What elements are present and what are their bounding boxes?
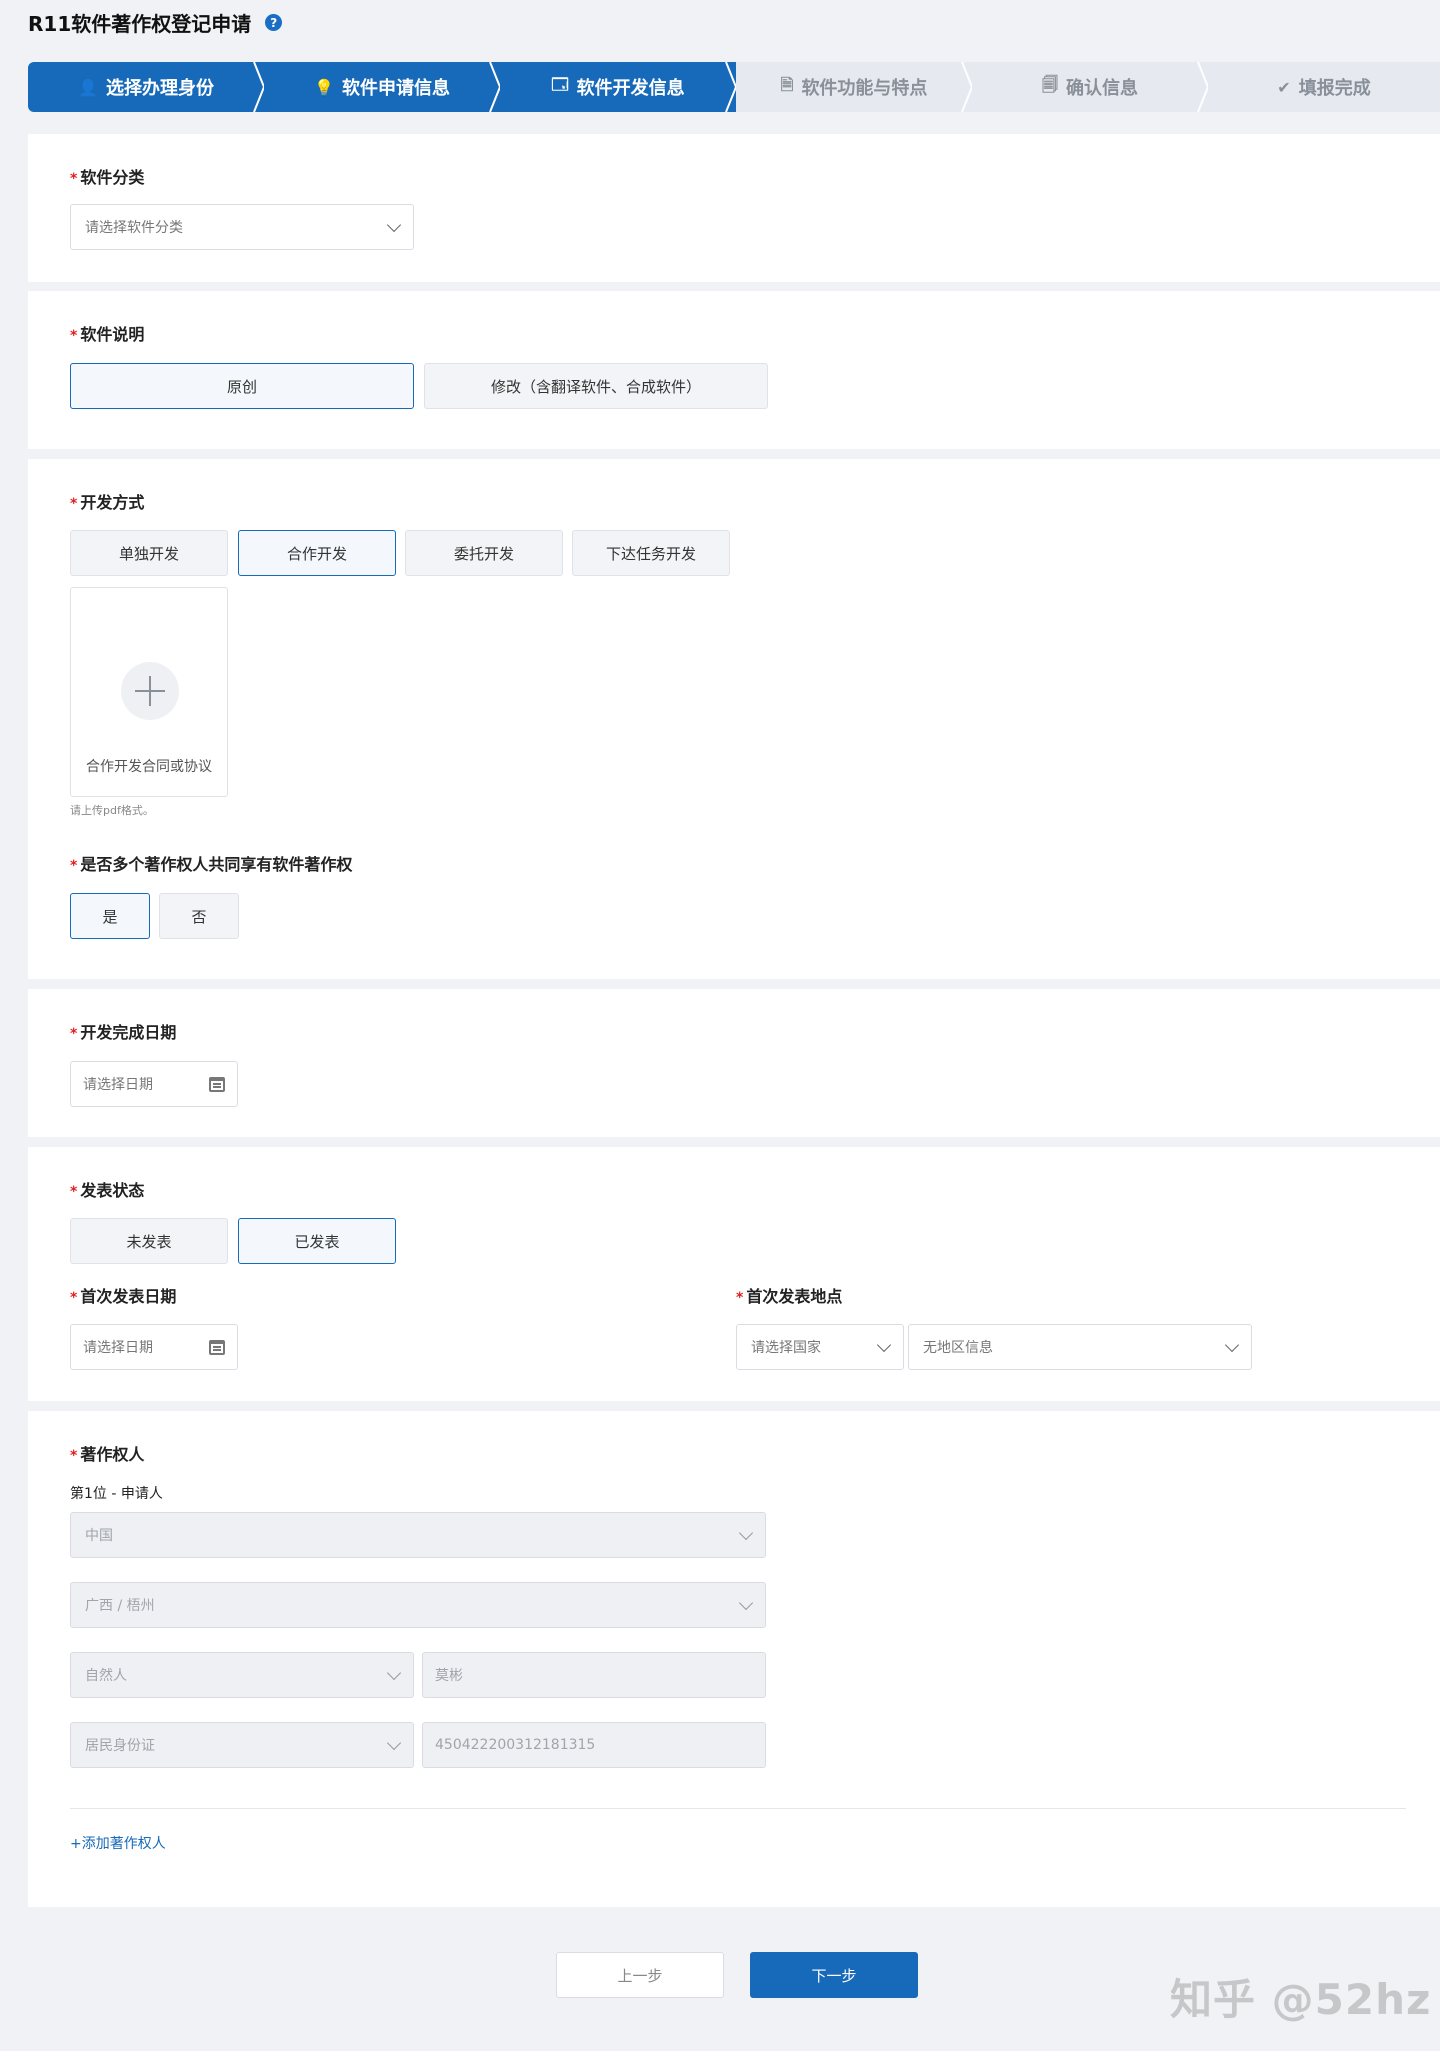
country-select[interactable]: 请选择国家 — [736, 1324, 904, 1370]
owner-country-select[interactable]: 中国 — [70, 1512, 766, 1558]
chevron-down-icon — [386, 1735, 402, 1751]
upload-label: 合作开发合同或协议 — [86, 759, 212, 775]
step-complete[interactable]: ✔ 填报完成 — [1208, 62, 1440, 112]
publish-option-published[interactable]: 已发表 — [238, 1218, 396, 1264]
owner-region-select[interactable]: 广西 / 梧州 — [70, 1582, 766, 1628]
dev-method-option-cooperative[interactable]: 合作开发 — [238, 530, 396, 576]
dev-method-option-assigned[interactable]: 下达任务开发 — [572, 530, 730, 576]
next-step-button[interactable]: 下一步 — [750, 1952, 918, 1998]
help-icon[interactable]: ? — [265, 14, 283, 31]
owner-type-select[interactable]: 自然人 — [70, 1652, 414, 1698]
calendar-icon — [209, 1077, 225, 1092]
dev-method-option-commissioned[interactable]: 委托开发 — [405, 530, 563, 576]
lightbulb-icon: 💡 — [314, 77, 334, 97]
chevron-down-icon — [1224, 1337, 1240, 1353]
owner-name-input[interactable]: 莫彬 — [422, 1652, 766, 1698]
description-label: * 软件说明 — [70, 325, 145, 344]
description-option-original[interactable]: 原创 — [70, 363, 414, 409]
contract-upload[interactable]: 合作开发合同或协议 — [70, 587, 228, 797]
chevron-down-icon — [738, 1595, 754, 1611]
description-section: * 软件说明 原创 修改（含翻译软件、合成软件） — [28, 291, 1440, 449]
step-progress-bar: 👤 选择办理身份 💡 软件申请信息 🗔 软件开发信息 🗎 软件功能与特点 🗐 确… — [28, 62, 1440, 112]
step-label: 软件开发信息 — [576, 78, 685, 99]
first-publish-date-label: * 首次发表日期 — [70, 1287, 177, 1306]
step-label: 填报完成 — [1298, 78, 1371, 99]
completion-date-section: * 开发完成日期 请选择日期 — [28, 989, 1440, 1137]
completion-date-picker[interactable]: 请选择日期 — [70, 1061, 238, 1107]
step-select-identity[interactable]: 👤 选择办理身份 — [28, 62, 266, 112]
check-circle-icon: ✔ — [1277, 77, 1291, 97]
document-icon: 🗎 — [780, 74, 794, 94]
first-publish-place-label: * 首次发表地点 — [736, 1287, 843, 1306]
shared-option-yes[interactable]: 是 — [70, 893, 150, 939]
plus-icon — [121, 662, 179, 720]
owners-label: * 著作权人 — [70, 1445, 145, 1464]
completion-date-label: * 开发完成日期 — [70, 1023, 177, 1042]
publish-option-unpublished[interactable]: 未发表 — [70, 1218, 228, 1264]
add-owner-link[interactable]: +添加著作权人 — [70, 1833, 166, 1853]
shared-option-no[interactable]: 否 — [159, 893, 239, 939]
owners-divider — [70, 1808, 1406, 1809]
step-development-info[interactable]: 🗔 软件开发信息 — [500, 62, 738, 112]
step-confirm[interactable]: 🗐 确认信息 — [972, 62, 1210, 112]
step-application-info[interactable]: 💡 软件申请信息 — [264, 62, 502, 112]
category-select[interactable]: 请选择软件分类 — [70, 204, 414, 250]
dev-method-label: * 开发方式 — [70, 493, 145, 512]
calendar-icon — [209, 1340, 225, 1355]
owner-entry-title: 第1位 - 申请人 — [70, 1486, 163, 1502]
chevron-down-icon — [876, 1337, 892, 1353]
owner-id-type-select[interactable]: 居民身份证 — [70, 1722, 414, 1768]
upload-hint: 请上传pdf格式。 — [70, 804, 154, 817]
step-label: 确认信息 — [1065, 78, 1138, 99]
watermark: 知乎 @52hz — [1170, 1975, 1432, 2024]
code-window-icon: 🗔 — [551, 74, 569, 94]
region-select[interactable]: 无地区信息 — [908, 1324, 1252, 1370]
chevron-down-icon — [386, 217, 402, 233]
first-publish-date-picker[interactable]: 请选择日期 — [70, 1324, 238, 1370]
owner-id-number-input[interactable]: 450422200312181315 — [422, 1722, 766, 1768]
category-label: * 软件分类 — [70, 168, 145, 187]
step-label: 选择办理身份 — [105, 78, 214, 99]
previous-step-button[interactable]: 上一步 — [556, 1952, 724, 1998]
publish-section: * 发表状态 未发表 已发表 * 首次发表日期 请选择日期 * 首次发表地点 请选择国… — [28, 1147, 1440, 1401]
publish-status-label: * 发表状态 — [70, 1181, 145, 1200]
dev-method-section: * 开发方式 单独开发 合作开发 委托开发 下达任务开发 合作开发合同或协议 请上… — [28, 459, 1440, 979]
step-label: 软件功能与特点 — [801, 78, 928, 99]
page-title: R11软件著作权登记申请 ? — [28, 8, 283, 37]
step-features[interactable]: 🗎 软件功能与特点 — [736, 62, 974, 112]
dev-method-option-solo[interactable]: 单独开发 — [70, 530, 228, 576]
page-title-text: R11软件著作权登记申请 — [28, 12, 252, 36]
chevron-down-icon — [738, 1525, 754, 1541]
chevron-down-icon — [386, 1665, 402, 1681]
category-section: * 软件分类 请选择软件分类 — [28, 134, 1440, 282]
owners-section: * 著作权人 第1位 - 申请人 中国 广西 / 梧州 自然人 莫彬 居民身份证 … — [28, 1411, 1440, 1907]
description-option-modified[interactable]: 修改（含翻译软件、合成软件） — [424, 363, 768, 409]
clipboard-icon: 🗐 — [1042, 74, 1058, 94]
shared-ownership-label: * 是否多个著作权人共同享有软件著作权 — [70, 855, 353, 874]
step-label: 软件申请信息 — [341, 78, 450, 99]
user-icon: 👤 — [78, 77, 98, 97]
